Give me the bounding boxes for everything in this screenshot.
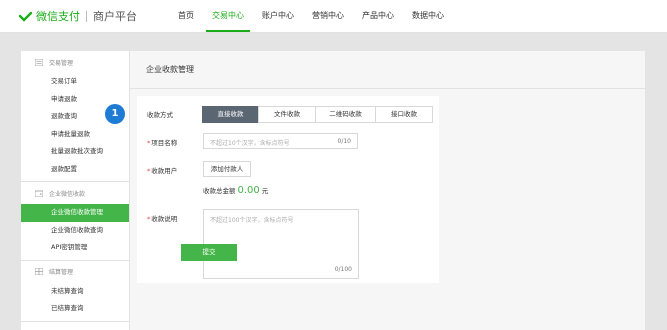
- sidebar-group-label: 企业微信收款: [49, 190, 86, 198]
- payer-label: *收款用户: [147, 165, 177, 175]
- nav-item[interactable]: 交易中心: [206, 0, 250, 32]
- total-unit: 元: [261, 187, 269, 195]
- brand-logo[interactable]: 微信支付 商户平台: [19, 9, 137, 23]
- sidebar-item[interactable]: 已结算查询: [21, 300, 129, 318]
- description-placeholder: 不超过100个汉字，含标点符号: [210, 217, 294, 224]
- sidebar-group-title: 企业微信收款: [21, 182, 129, 204]
- main-nav: 首页 交易中心 账户中心 营销中心 产品中心 数据中心: [178, 0, 462, 32]
- sidebar-group-label: 结算管理: [49, 269, 74, 276]
- page-title: 企业收款管理: [130, 51, 645, 89]
- method-tabs: 直接收款 文件收款 二维码收款 接口收款: [202, 106, 433, 123]
- nav-item[interactable]: 营销中心: [312, 0, 344, 32]
- item-name-counter: 0/10: [337, 138, 351, 145]
- item-name-label: *项目名称: [147, 137, 177, 147]
- sidebar-item[interactable]: 申请批量退款: [21, 126, 129, 144]
- sidebar-group-title: 交易管理: [21, 51, 129, 73]
- nav-item[interactable]: 首页: [178, 0, 194, 32]
- total-value: 0.00: [237, 185, 260, 196]
- sidebar-item[interactable]: 企业微信收款管理: [21, 204, 129, 222]
- top-bar: 微信支付 商户平台 首页 交易中心 账户中心 营销中心 产品中心 数据中心: [0, 0, 667, 33]
- submit-button[interactable]: 提交: [181, 244, 237, 261]
- item-name-label-text: 项目名称: [151, 139, 178, 147]
- sidebar-group-title: 结算管理: [21, 261, 129, 283]
- step-badge: 1: [105, 104, 125, 124]
- sidebar-item[interactable]: 交易订单: [21, 73, 129, 91]
- nav-item[interactable]: 数据中心: [412, 0, 444, 32]
- nav-item[interactable]: 账户中心: [262, 0, 294, 32]
- total-label: 收款总金额: [203, 187, 236, 195]
- total-amount: 收款总金额 0.00 元: [203, 185, 268, 196]
- sidebar-item[interactable]: API密钥管理: [21, 239, 129, 257]
- sidebar-group: 结算管理未结算查询 已结算查询: [21, 261, 129, 322]
- method-label: 收款方式: [147, 111, 173, 119]
- nav-item[interactable]: 产品中心: [362, 0, 394, 32]
- content-area: 企业收款管理 收款方式 直接收款 文件收款 二维码收款 接口收款 *项目名称 不超过1…: [130, 51, 645, 330]
- payer-label-text: 收款用户: [151, 167, 178, 175]
- sidebar-item[interactable]: 企业微信收款查询: [21, 222, 129, 240]
- required-mark: *: [147, 167, 151, 175]
- method-tab[interactable]: 接口收款: [375, 106, 433, 123]
- method-tab[interactable]: 二维码收款: [315, 106, 376, 123]
- brand-subtitle: 商户平台: [93, 10, 137, 23]
- required-mark: *: [147, 139, 151, 147]
- description-label: *收款说明: [147, 213, 177, 223]
- description-label-text: 收款说明: [151, 215, 178, 223]
- item-name-placeholder: 不超过10个汉字，含标点符号: [210, 140, 290, 147]
- main-panel: 交易管理 交易订单 申请退款 退款查询 申请批量退款 批量退款批次查询 退款配置 企业微信收款…: [21, 51, 645, 330]
- add-payer-button[interactable]: 添加付款人: [203, 161, 251, 177]
- wechat-pay-icon: [19, 11, 32, 22]
- sidebar: 交易管理 交易订单 申请退款 退款查询 申请批量退款 批量退款批次查询 退款配置 企业微信收款…: [21, 51, 130, 330]
- brand-name: 微信支付: [36, 10, 80, 23]
- sidebar-group: 企业微信收款企业微信收款管理 企业微信收款查询 API密钥管理: [21, 182, 129, 261]
- method-tab[interactable]: 文件收款: [258, 106, 316, 123]
- method-tab[interactable]: 直接收款: [202, 106, 259, 123]
- list-icon: [34, 58, 44, 66]
- wallet-icon: [34, 190, 44, 197]
- sidebar-item[interactable]: 未结算查询: [21, 283, 129, 301]
- sidebar-item[interactable]: 退款配置: [21, 161, 129, 179]
- sidebar-item[interactable]: 批量退款批次查询: [21, 143, 129, 161]
- table-icon: [34, 267, 44, 276]
- item-name-input[interactable]: 不超过10个汉字，含标点符号 0/10: [203, 133, 358, 149]
- description-counter: 0/100: [334, 266, 352, 273]
- required-mark: *: [147, 215, 151, 223]
- sidebar-group-label: 交易管理: [49, 59, 74, 67]
- brand-divider: [86, 10, 87, 22]
